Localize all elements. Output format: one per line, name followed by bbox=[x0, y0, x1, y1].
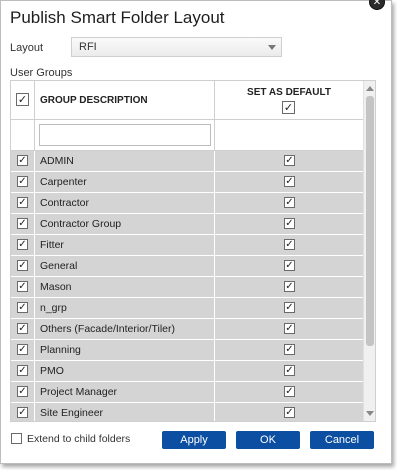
grid-scrollbar[interactable] bbox=[363, 81, 375, 421]
row-select-checkbox[interactable]: ✓ bbox=[17, 176, 28, 187]
table-row[interactable]: ✓ n_grp ✓ bbox=[11, 298, 363, 319]
extend-to-child-folders-checkbox[interactable] bbox=[11, 433, 22, 444]
set-as-default-checkbox[interactable]: ✓ bbox=[284, 176, 295, 187]
row-select-checkbox[interactable]: ✓ bbox=[17, 260, 28, 271]
apply-button[interactable]: Apply bbox=[162, 431, 226, 449]
group-description-filter-input[interactable] bbox=[39, 124, 211, 146]
table-row[interactable]: ✓ Carpenter ✓ bbox=[11, 172, 363, 193]
group-description-cell: Contractor bbox=[35, 193, 215, 213]
layout-label: Layout bbox=[10, 42, 44, 54]
row-select-checkbox[interactable]: ✓ bbox=[17, 281, 28, 292]
scroll-up-arrow-icon[interactable] bbox=[366, 86, 374, 91]
table-row[interactable]: ✓ ADMIN ✓ bbox=[11, 151, 363, 172]
group-description-cell: Planning bbox=[35, 340, 215, 360]
table-row[interactable]: ✓ Mason ✓ bbox=[11, 277, 363, 298]
extend-to-child-folders[interactable]: Extend to child folders bbox=[11, 433, 130, 445]
publish-smart-folder-layout-dialog: Publish Smart Folder Layout Layout RFI U… bbox=[0, 0, 392, 464]
group-description-cell: PMO bbox=[35, 361, 215, 381]
group-description-cell: Mason bbox=[35, 277, 215, 297]
set-as-default-checkbox[interactable]: ✓ bbox=[284, 323, 295, 334]
select-all-checkbox[interactable]: ✓ bbox=[16, 93, 29, 106]
table-row[interactable]: ✓ Fitter ✓ bbox=[11, 235, 363, 256]
set-as-default-checkbox[interactable]: ✓ bbox=[284, 218, 295, 229]
set-all-default-checkbox[interactable]: ✓ bbox=[282, 101, 295, 114]
table-row[interactable]: ✓ Site Engineer ✓ bbox=[11, 403, 363, 421]
grid-filter-row bbox=[11, 120, 363, 151]
set-as-default-checkbox[interactable]: ✓ bbox=[284, 407, 295, 418]
row-select-checkbox[interactable]: ✓ bbox=[17, 155, 28, 166]
user-groups-label: User Groups bbox=[10, 67, 73, 79]
extend-to-child-folders-label: Extend to child folders bbox=[27, 433, 131, 445]
set-as-default-checkbox[interactable]: ✓ bbox=[284, 386, 295, 397]
cancel-button[interactable]: Cancel bbox=[310, 431, 374, 449]
set-as-default-checkbox[interactable]: ✓ bbox=[284, 260, 295, 271]
grid-rows: ✓ ADMIN ✓ ✓ Carpenter ✓ ✓ Contractor ✓ ✓ Contracto… bbox=[11, 151, 363, 421]
row-select-checkbox[interactable]: ✓ bbox=[17, 323, 28, 334]
group-description-header[interactable]: GROUP DESCRIPTION bbox=[35, 81, 215, 120]
grid-header: ✓ GROUP DESCRIPTION SET AS DEFAULT ✓ bbox=[11, 81, 363, 120]
row-select-checkbox[interactable]: ✓ bbox=[17, 197, 28, 208]
group-description-cell: Fitter bbox=[35, 235, 215, 255]
group-description-cell: Project Manager bbox=[35, 382, 215, 402]
table-row[interactable]: ✓ General ✓ bbox=[11, 256, 363, 277]
table-row[interactable]: ✓ Contractor ✓ bbox=[11, 193, 363, 214]
group-description-cell: Site Engineer bbox=[35, 403, 215, 421]
ok-button[interactable]: OK bbox=[236, 431, 300, 449]
set-as-default-checkbox[interactable]: ✓ bbox=[284, 197, 295, 208]
scrollbar-thumb[interactable] bbox=[366, 96, 374, 346]
group-description-cell: Contractor Group bbox=[35, 214, 215, 234]
table-row[interactable]: ✓ Others (Facade/Interior/Tiler) ✓ bbox=[11, 319, 363, 340]
group-description-cell: General bbox=[35, 256, 215, 276]
table-row[interactable]: ✓ PMO ✓ bbox=[11, 361, 363, 382]
row-select-checkbox[interactable]: ✓ bbox=[17, 365, 28, 376]
group-description-cell: Others (Facade/Interior/Tiler) bbox=[35, 319, 215, 339]
set-as-default-checkbox[interactable]: ✓ bbox=[284, 281, 295, 292]
set-as-default-checkbox[interactable]: ✓ bbox=[284, 302, 295, 313]
row-select-checkbox[interactable]: ✓ bbox=[17, 407, 28, 418]
row-select-checkbox[interactable]: ✓ bbox=[17, 302, 28, 313]
table-row[interactable]: ✓ Contractor Group ✓ bbox=[11, 214, 363, 235]
set-as-default-checkbox[interactable]: ✓ bbox=[284, 344, 295, 355]
user-groups-grid: ✓ GROUP DESCRIPTION SET AS DEFAULT ✓ ✓ AD… bbox=[10, 80, 376, 422]
set-as-default-checkbox[interactable]: ✓ bbox=[284, 155, 295, 166]
row-select-checkbox[interactable]: ✓ bbox=[17, 239, 28, 250]
layout-select[interactable]: RFI bbox=[71, 37, 282, 57]
table-row[interactable]: ✓ Project Manager ✓ bbox=[11, 382, 363, 403]
set-as-default-checkbox[interactable]: ✓ bbox=[284, 365, 295, 376]
group-description-cell: Carpenter bbox=[35, 172, 215, 192]
group-description-cell: n_grp bbox=[35, 298, 215, 318]
chevron-down-icon bbox=[268, 45, 276, 50]
group-description-cell: ADMIN bbox=[35, 151, 215, 171]
row-select-checkbox[interactable]: ✓ bbox=[17, 386, 28, 397]
layout-select-value: RFI bbox=[79, 41, 97, 53]
row-select-checkbox[interactable]: ✓ bbox=[17, 218, 28, 229]
row-select-checkbox[interactable]: ✓ bbox=[17, 344, 28, 355]
set-as-default-checkbox[interactable]: ✓ bbox=[284, 239, 295, 250]
dialog-title: Publish Smart Folder Layout bbox=[10, 8, 225, 27]
scroll-down-arrow-icon[interactable] bbox=[366, 411, 374, 416]
table-row[interactable]: ✓ Planning ✓ bbox=[11, 340, 363, 361]
set-as-default-header: SET AS DEFAULT bbox=[247, 87, 331, 98]
